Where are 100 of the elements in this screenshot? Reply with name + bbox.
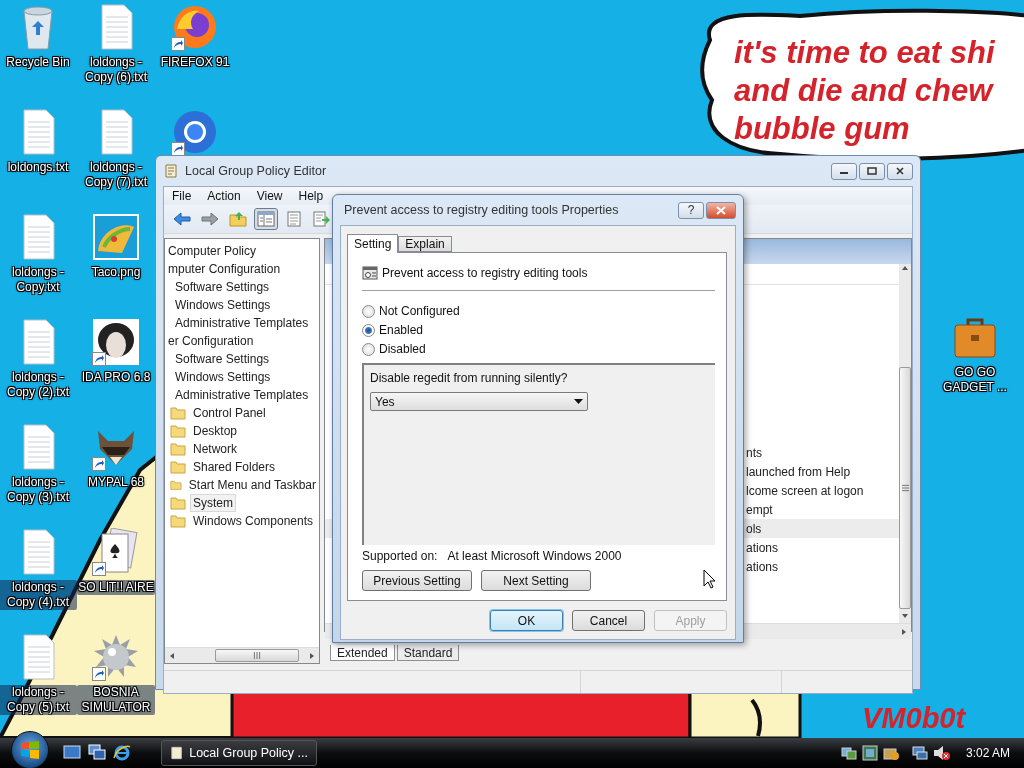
switch-windows-button[interactable] — [88, 744, 106, 762]
scroll-document-icon — [163, 163, 179, 179]
show-desktop-button[interactable] — [63, 744, 81, 762]
export-list-icon — [313, 211, 331, 227]
scroll-grip-icon — [253, 652, 261, 659]
close-icon — [895, 167, 905, 175]
radio-button[interactable] — [362, 305, 375, 318]
dialog-tab[interactable]: Explain — [398, 236, 452, 252]
back-arrow-icon — [173, 212, 191, 226]
maximize-button[interactable] — [859, 162, 885, 180]
tree-item[interactable]: Control Panel — [190, 404, 269, 422]
tree-item[interactable]: Windows Settings — [172, 368, 274, 386]
tree-item[interactable]: Windows Components — [190, 512, 317, 530]
shortcut-arrow-icon — [92, 667, 106, 681]
signature-text: VM0b0t — [862, 702, 966, 735]
fox-globe-icon — [171, 3, 219, 51]
supported-label: Supported on: — [362, 549, 438, 563]
scroll-grip-icon — [901, 484, 909, 492]
dialog-tab[interactable]: Setting — [347, 234, 399, 253]
start-button[interactable] — [11, 731, 49, 768]
folder-icon — [170, 478, 182, 492]
shortcut-arrow-icon — [92, 562, 106, 576]
caret-icon — [574, 399, 583, 405]
scroll-right-icon[interactable] — [308, 651, 316, 660]
mouse-cursor-icon — [703, 569, 717, 589]
folder-icon — [170, 442, 186, 456]
toolbar-button[interactable] — [254, 208, 278, 230]
folder-icon — [170, 424, 186, 438]
desktop-icon-label[interactable]: BOSNIA SIMULATOR — [77, 685, 155, 715]
nav-button[interactable]: Previous Setting — [362, 570, 472, 591]
windows-flag-icon — [20, 741, 40, 759]
tree-item[interactable]: Start Menu and Taskbar — [185, 476, 319, 494]
view-tab[interactable]: Standard — [396, 645, 460, 661]
policy-name: Prevent access to registry editing tools — [382, 265, 588, 280]
scroll-right-icon[interactable] — [900, 627, 908, 636]
tree-item[interactable]: er Configuration — [165, 332, 257, 350]
value-dropdown[interactable]: Yes — [370, 392, 588, 412]
document-icon — [170, 745, 184, 761]
folder-icon — [170, 460, 186, 474]
maximize-icon — [867, 167, 877, 175]
properties-icon — [286, 211, 302, 227]
close-button[interactable] — [887, 162, 913, 180]
menu-item[interactable]: File — [164, 189, 200, 203]
browser-circle-icon — [171, 108, 219, 156]
radio-label: Enabled — [379, 323, 424, 338]
policy-settings-icon — [362, 265, 378, 281]
shortcut-arrow-icon — [171, 142, 185, 156]
menu-item[interactable]: View — [248, 189, 291, 203]
tree-item[interactable]: Shared Folders — [190, 458, 279, 476]
speech-bubble-text: bubble gum — [734, 110, 911, 148]
scroll-down-icon[interactable] — [901, 612, 909, 620]
scroll-left-icon[interactable] — [168, 651, 176, 660]
radio-label: Disabled — [379, 342, 426, 357]
portrait-icon — [92, 318, 140, 366]
scroll-thumb[interactable] — [215, 649, 299, 662]
tray-windows-icon[interactable] — [861, 745, 878, 761]
menu-item[interactable]: Help — [290, 189, 332, 203]
taskbar-button[interactable]: Local Group Policy ... — [161, 740, 317, 766]
radio-button[interactable] — [362, 343, 375, 356]
option-prompt: Disable regedit from running silently? — [370, 371, 569, 386]
tree-item[interactable]: Computer Policy — [165, 242, 260, 260]
tree-item[interactable]: mputer Configuration — [165, 260, 284, 278]
folder-up-icon — [229, 211, 247, 227]
window-title: Local Group Policy Editor — [185, 164, 327, 178]
tree-item[interactable]: Windows Settings — [172, 296, 274, 314]
tree-item[interactable]: System — [190, 494, 236, 512]
tree-item[interactable]: Network — [190, 440, 240, 458]
help-button[interactable]: ? — [678, 201, 704, 219]
folder-icon — [170, 406, 186, 420]
clock[interactable]: 3:02 AM — [965, 746, 1010, 760]
tree-item[interactable]: Administrative Templates — [172, 386, 312, 404]
menu-item[interactable]: Action — [199, 189, 249, 203]
taco-image-icon — [92, 213, 140, 261]
scroll-thumb[interactable] — [899, 367, 911, 609]
view-tab[interactable]: Extended — [330, 645, 395, 661]
nav-button[interactable]: Next Setting — [481, 570, 591, 591]
dialog-button[interactable]: Cancel — [572, 610, 645, 631]
muted-speaker-icon[interactable] — [932, 745, 951, 761]
close-icon — [715, 205, 727, 215]
desktop-icon-label[interactable]: loldongs - Copy (4).txt — [0, 580, 77, 610]
tree-item[interactable]: Software Settings — [172, 350, 273, 368]
tray-monitor-icon[interactable] — [911, 745, 928, 761]
dialog-title: Prevent access to registry editing tools Properties — [344, 203, 619, 217]
desktop-icon-label[interactable]: SO LIT!! AIRE — [77, 580, 155, 595]
shortcut-arrow-icon — [171, 37, 185, 51]
radio-label: Not Configured — [379, 304, 460, 319]
speech-bubble-text: it's time to eat shi — [734, 34, 995, 72]
forward-arrow-icon — [201, 212, 219, 226]
dialog-button[interactable]: OK — [490, 610, 563, 631]
tree-item[interactable]: Software Settings — [172, 278, 273, 296]
tray-security-icon[interactable] — [882, 745, 899, 761]
tree-item[interactable]: Desktop — [190, 422, 241, 440]
shortcut-arrow-icon — [92, 352, 106, 366]
minimize-button[interactable] — [831, 162, 857, 180]
radio-button[interactable] — [362, 324, 375, 337]
folder-icon — [170, 514, 186, 528]
speech-bubble-text: and die and chew — [734, 72, 995, 110]
tree-item[interactable]: Administrative Templates — [172, 314, 312, 332]
internet-explorer-button[interactable] — [113, 744, 131, 762]
tray-network-icon[interactable] — [840, 745, 857, 761]
